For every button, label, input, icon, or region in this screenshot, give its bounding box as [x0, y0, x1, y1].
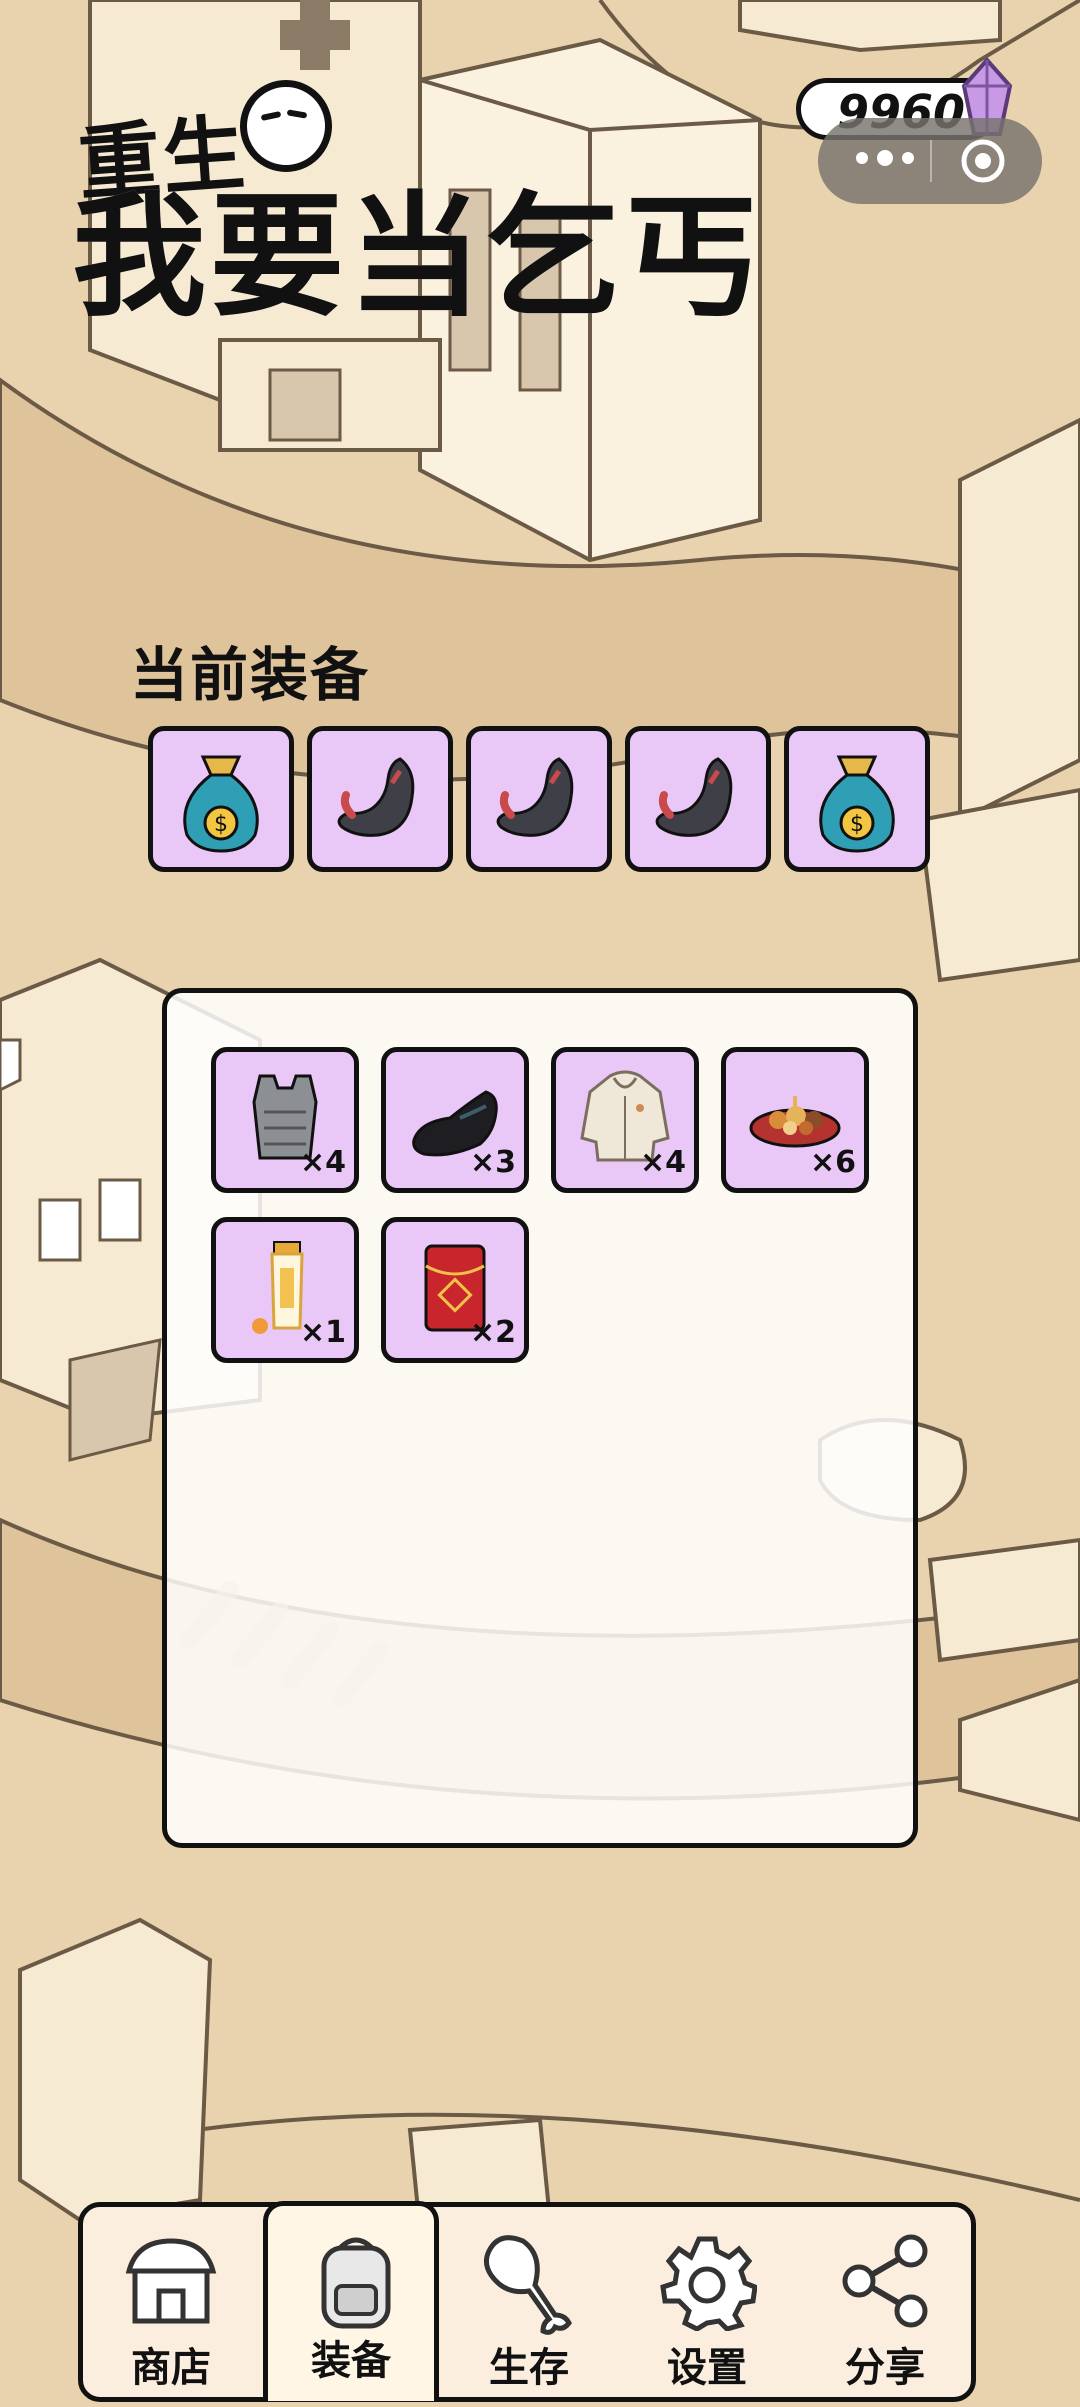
- svg-text:$: $: [850, 812, 864, 837]
- more-dots-icon[interactable]: [850, 138, 920, 178]
- svg-text:$: $: [214, 812, 228, 837]
- item-count: ×2: [469, 1315, 516, 1350]
- equipment-slot[interactable]: [307, 726, 453, 872]
- stomach-icon: [655, 757, 733, 837]
- inventory-item[interactable]: ×4: [551, 1047, 699, 1193]
- money-bag-icon: $: [183, 755, 259, 853]
- item-count: ×4: [299, 1145, 346, 1180]
- nav-item-equipment[interactable]: 装备: [263, 2201, 439, 2401]
- nav-label: 设置: [667, 2345, 747, 2391]
- nav-label: 生存: [489, 2345, 569, 2391]
- stomach-icon: [496, 757, 574, 837]
- nav-label: 分享: [845, 2345, 925, 2391]
- smirk-face-icon: [240, 80, 332, 172]
- nav-item-share[interactable]: 分享: [797, 2207, 973, 2407]
- equipment-slot[interactable]: [466, 726, 612, 872]
- item-count: ×6: [809, 1145, 856, 1180]
- game-title-line2: 我要当乞丐: [72, 179, 763, 335]
- item-count: ×4: [639, 1145, 686, 1180]
- item-count: ×1: [299, 1315, 346, 1350]
- equipment-slot[interactable]: $: [148, 726, 294, 872]
- inventory-panel: ×4 ×3 ×4 ×6 ×1 ×2: [162, 988, 918, 1848]
- chicken-leg-icon: [483, 2235, 572, 2335]
- shop-icon: [125, 2238, 217, 2324]
- inventory-item[interactable]: ×6: [721, 1047, 869, 1193]
- inventory-item[interactable]: ×2: [381, 1217, 529, 1363]
- inventory-item[interactable]: ×1: [211, 1217, 359, 1363]
- bottom-nav: 商店 装备 生存 设置 分享: [78, 2201, 976, 2402]
- close-circle-icon[interactable]: [960, 138, 1006, 184]
- nav-item-settings[interactable]: 设置: [619, 2207, 795, 2407]
- capsule-divider: [930, 140, 932, 182]
- miniprogram-capsule: [818, 118, 1042, 204]
- share-icon: [842, 2234, 928, 2328]
- nav-label: 商店: [131, 2345, 211, 2391]
- nav-label: 装备: [311, 2338, 391, 2384]
- gear-icon: [660, 2236, 757, 2331]
- inventory-item[interactable]: ×4: [211, 1047, 359, 1193]
- equipment-slot[interactable]: [625, 726, 771, 872]
- backpack-icon: [321, 2237, 391, 2329]
- money-bag-icon: $: [819, 755, 895, 853]
- stomach-icon: [337, 757, 415, 837]
- nav-item-shop[interactable]: 商店: [83, 2207, 259, 2407]
- item-count: ×3: [469, 1145, 516, 1180]
- equipment-slot[interactable]: $: [784, 726, 930, 872]
- inventory-item[interactable]: ×3: [381, 1047, 529, 1193]
- nav-item-survival[interactable]: 生存: [441, 2207, 617, 2407]
- equipment-title: 当前装备: [130, 641, 371, 709]
